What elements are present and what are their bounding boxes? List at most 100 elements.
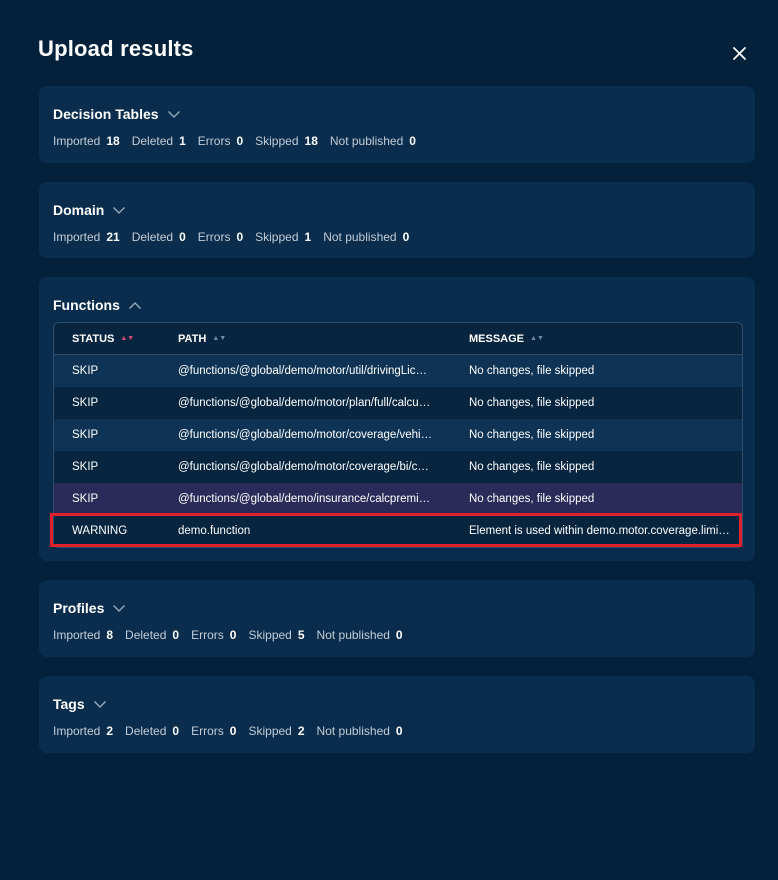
stat-value: 0 (236, 230, 244, 244)
stat-value: 0 (172, 724, 180, 738)
message-cell: No changes, file skipped (469, 461, 595, 473)
stat-value: 1 (304, 230, 312, 244)
stat-value: 0 (395, 628, 403, 642)
stat-label: Not published (329, 134, 404, 148)
status-cell: SKIP (72, 493, 99, 505)
table-row[interactable]: SKIP @functions/@global/demo/motor/cover… (54, 451, 742, 483)
stat-value: 0 (229, 628, 237, 642)
path-cell: @functions/@global/demo/insurance/calcpr… (178, 493, 431, 505)
path-cell: @functions/@global/demo/motor/util/drivi… (178, 365, 427, 377)
status-cell: SKIP (72, 429, 99, 441)
domain-toggle[interactable]: Domain (53, 202, 126, 218)
stat-label: Errors (191, 628, 224, 642)
stat-label: Deleted (131, 230, 174, 244)
functions-section: Functions STATUS ▲▼ PATH ▲▼ MESSAGE ▲▼ SKIP… (39, 277, 755, 561)
column-label: STATUS (72, 332, 115, 345)
stat-value: 21 (106, 230, 120, 244)
stats-row: Imported 21 Deleted 0 Errors 0 Skipped 1 Not… (53, 230, 421, 244)
chevron-down-icon (93, 700, 106, 708)
sort-icon: ▲▼ (120, 335, 135, 342)
stat-label: Skipped (255, 134, 299, 148)
domain-section: Domain Imported 21 Deleted 0 Errors 0 Skipp… (39, 182, 755, 258)
sort-icon: ▲▼ (212, 335, 227, 342)
message-cell: No changes, file skipped (469, 365, 595, 377)
stat-value: 5 (297, 628, 305, 642)
table-row[interactable]: SKIP @functions/@global/demo/motor/cover… (54, 419, 742, 451)
message-cell: No changes, file skipped (469, 397, 595, 409)
stat-label: Deleted (125, 628, 167, 642)
table-row[interactable]: SKIP @functions/@global/demo/motor/util/… (54, 355, 742, 387)
page-title: Upload results (38, 36, 194, 61)
status-cell: SKIP (72, 397, 99, 409)
message-cell: No changes, file skipped (469, 493, 595, 505)
column-path-header[interactable]: PATH ▲▼ (160, 333, 451, 345)
stat-value: 0 (172, 628, 180, 642)
sort-icon: ▲▼ (530, 335, 544, 342)
chevron-down-icon (113, 604, 126, 612)
table-row-hovered[interactable]: SKIP @functions/@global/demo/insurance/c… (54, 483, 742, 515)
profiles-toggle[interactable]: Profiles (53, 600, 126, 616)
decision-tables-toggle[interactable]: Decision Tables (53, 106, 181, 122)
stat-label: Errors (197, 230, 231, 244)
stat-label: Skipped (255, 230, 299, 244)
stat-value: 8 (106, 628, 114, 642)
path-cell: demo.function (178, 525, 251, 537)
table-header: STATUS ▲▼ PATH ▲▼ MESSAGE ▲▼ (54, 323, 742, 355)
section-title: Tags (53, 696, 85, 712)
section-title: Decision Tables (53, 106, 159, 122)
column-message-header[interactable]: MESSAGE ▲▼ (451, 333, 742, 345)
stat-value: 1 (179, 134, 186, 148)
stat-label: Imported (53, 134, 101, 148)
functions-toggle[interactable]: Functions (53, 297, 142, 313)
tags-section: Tags Imported 2 Deleted 0 Errors 0 Skipped 2… (39, 676, 755, 753)
functions-table: STATUS ▲▼ PATH ▲▼ MESSAGE ▲▼ SKIP @function… (53, 322, 743, 548)
section-title: Domain (53, 202, 105, 218)
tags-toggle[interactable]: Tags (53, 696, 107, 712)
section-title: Functions (53, 297, 120, 313)
path-cell: @functions/@global/demo/motor/coverage/v… (178, 429, 433, 441)
stat-value: 18 (304, 134, 318, 148)
stat-value: 0 (409, 134, 416, 148)
stat-value: 0 (229, 724, 237, 738)
section-title: Profiles (53, 600, 105, 616)
stat-value: 0 (402, 230, 410, 244)
stats-row: Imported 18 Deleted 1 Errors 0 Skipped 18 No… (53, 134, 428, 148)
table-row[interactable]: SKIP @functions/@global/demo/motor/plan/… (54, 387, 742, 419)
stat-label: Imported (53, 628, 101, 642)
status-cell: SKIP (72, 461, 99, 473)
message-cell: No changes, file skipped (469, 429, 595, 441)
stat-label: Not published (316, 724, 390, 738)
stat-label: Deleted (131, 134, 174, 148)
path-cell: @functions/@global/demo/motor/coverage/b… (178, 461, 429, 473)
stat-value: 0 (236, 134, 244, 148)
stat-label: Not published (323, 230, 397, 244)
close-icon[interactable] (730, 44, 750, 64)
column-label: MESSAGE (469, 332, 525, 345)
profiles-section: Profiles Imported 8 Deleted 0 Errors 0 Skip… (39, 580, 755, 657)
stat-value: 0 (179, 230, 186, 244)
column-label: PATH (178, 332, 207, 345)
stat-label: Imported (53, 230, 101, 244)
stat-label: Not published (316, 628, 390, 642)
stats-row: Imported 2 Deleted 0 Errors 0 Skipped 2 Not … (53, 724, 415, 738)
status-cell: WARNING (72, 525, 128, 537)
table-row-warning[interactable]: WARNING demo.function Element is used wi… (54, 515, 742, 547)
stat-value: 2 (297, 724, 305, 738)
stat-label: Skipped (248, 724, 292, 738)
message-cell: Element is used within demo.motor.covera… (469, 525, 730, 537)
stat-label: Deleted (125, 724, 167, 738)
path-cell: @functions/@global/demo/motor/plan/full/… (178, 397, 431, 409)
chevron-down-icon (167, 110, 180, 118)
column-status-header[interactable]: STATUS ▲▼ (54, 333, 160, 345)
stats-row: Imported 8 Deleted 0 Errors 0 Skipped 5 Not … (53, 628, 415, 642)
stat-label: Errors (197, 134, 231, 148)
stat-value: 18 (106, 134, 120, 148)
status-cell: SKIP (72, 365, 99, 377)
chevron-down-icon (113, 206, 126, 214)
chevron-up-icon (128, 301, 141, 309)
stat-label: Skipped (248, 628, 292, 642)
decision-tables-section: Decision Tables Imported 18 Deleted 1 Erro… (39, 86, 755, 163)
stat-value: 2 (106, 724, 114, 738)
stat-value: 0 (395, 724, 403, 738)
stat-label: Errors (191, 724, 224, 738)
